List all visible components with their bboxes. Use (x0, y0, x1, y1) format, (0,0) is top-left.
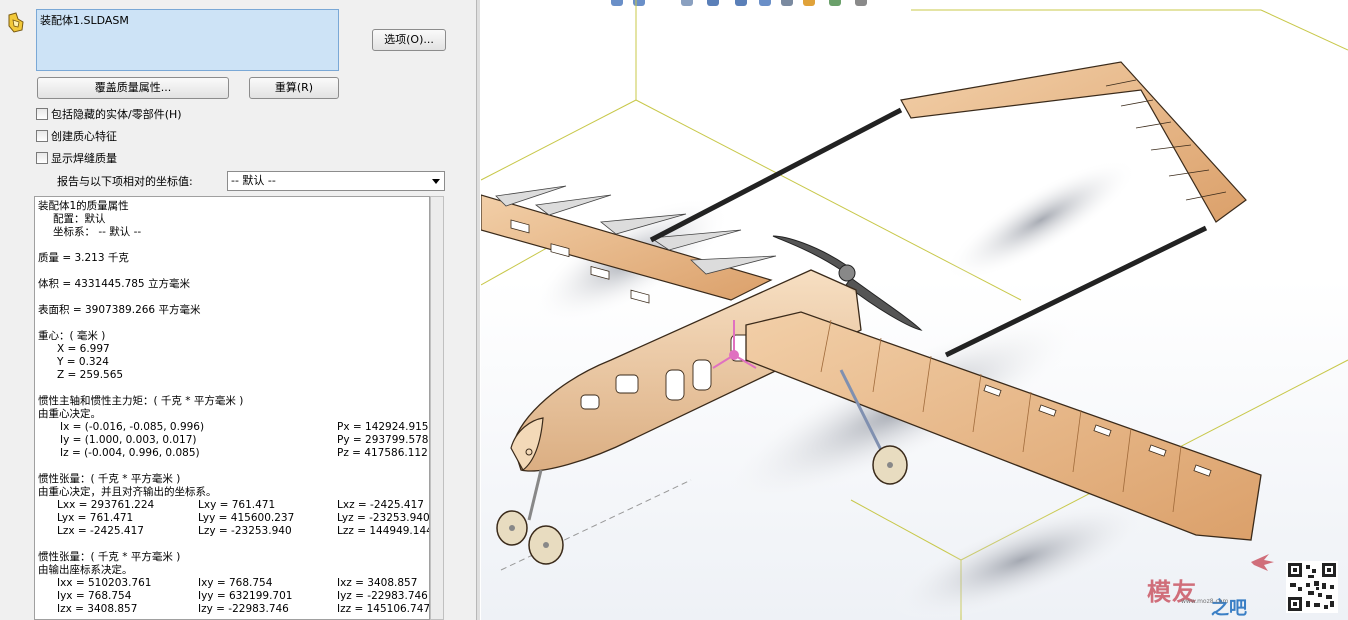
show-weld-mass-checkbox[interactable] (36, 152, 48, 164)
panel-splitter[interactable] (476, 0, 480, 620)
results-principal-title: 惯性主轴和惯性主力矩：( 千克 * 平方毫米 ) (38, 395, 244, 407)
results-tensor1-subtitle: 由重心决定，并且对齐输出的坐标系。 (38, 486, 217, 498)
qr-code-icon (1286, 561, 1338, 613)
coordinate-system-value: -- 默认 -- (231, 174, 276, 187)
results-lxx: Lxx = 293761.224 (57, 499, 155, 511)
create-center-of-mass-option[interactable]: 创建质心特征 (36, 128, 117, 144)
include-hidden-bodies-checkbox[interactable] (36, 108, 48, 120)
left-tail-boom (649, 107, 903, 243)
axis-line (500, 479, 692, 571)
results-py: Py = 293799.578 (337, 434, 429, 446)
chevron-down-icon[interactable] (432, 179, 440, 184)
results-com-z: Z = 259.565 (57, 369, 124, 381)
propeller-blade-upper (772, 235, 847, 271)
results-ixz: Ixz = 3408.857 (337, 577, 418, 589)
nose-gear-strut (527, 469, 543, 521)
results-lzx: Lzx = -2425.417 (57, 525, 144, 537)
results-tensor1-title: 惯性张量：( 千克 * 平方毫米 ) (38, 473, 181, 485)
results-pz: Pz = 417586.112 (337, 447, 428, 459)
results-com-y: Y = 0.324 (57, 356, 109, 368)
results-tensor2-subtitle: 由输出座标系决定。 (38, 564, 133, 576)
options-button[interactable]: 选项(O)... (372, 29, 446, 51)
results-iyz: Iyz = -22983.746 (337, 590, 428, 602)
watermark-plane-icon (1251, 554, 1274, 571)
results-lyz: Lyz = -23253.940 (337, 512, 430, 524)
selected-component-item[interactable]: 装配体1.SLDASM (40, 14, 129, 27)
results-lyx: Lyx = 761.471 (57, 512, 134, 524)
show-weld-mass-option[interactable]: 显示焊缝质量 (36, 150, 117, 166)
results-iy: Iy = (1.000, 0.003, 0.017) (60, 434, 197, 446)
results-lyy: Lyy = 415600.237 (198, 512, 295, 524)
include-hidden-bodies-label: 包括隐藏的实体/零部件(H) (51, 108, 182, 121)
results-lxy: Lxy = 761.471 (198, 499, 276, 511)
results-ixy: Ixy = 768.754 (198, 577, 273, 589)
results-iz: Iz = (-0.004, 0.996, 0.085) (60, 447, 200, 459)
results-coordinate-system: 坐标系： -- 默认 -- (53, 226, 142, 238)
create-center-of-mass-label: 创建质心特征 (51, 130, 117, 143)
results-title: 装配体1的质量属性 (38, 200, 129, 212)
mass-properties-results[interactable]: 装配体1的质量属性 配置：默认 坐标系： -- 默认 -- 质量 = 3.213… (34, 196, 430, 620)
create-center-of-mass-checkbox[interactable] (36, 130, 48, 142)
coordinate-system-dropdown[interactable]: -- 默认 -- (227, 171, 445, 191)
results-lzz: Lzz = 144949.144 (337, 525, 430, 537)
results-principal-subtitle: 由重心决定。 (38, 408, 101, 420)
propeller-hub (838, 264, 856, 282)
include-hidden-bodies-option[interactable]: 包括隐藏的实体/零部件(H) (36, 106, 182, 122)
results-com-title: 重心：( 毫米 ) (38, 330, 106, 342)
results-lzy: Lzy = -23253.940 (198, 525, 292, 537)
aircraft-model[interactable] (481, 0, 1348, 620)
results-ix: Ix = (-0.016, -0.085, 0.996) (60, 421, 205, 433)
results-izx: Izx = 3408.857 (57, 603, 138, 615)
override-mass-properties-button[interactable]: 覆盖质量属性... (37, 77, 229, 99)
boom-shadow (944, 159, 1138, 281)
recalculate-button[interactable]: 重算(R) (249, 77, 339, 99)
mass-properties-scale-icon (8, 12, 24, 33)
results-com-x: X = 6.997 (57, 343, 110, 355)
results-ixx: Ixx = 510203.761 (57, 577, 152, 589)
results-surface-area: 表面积 = 3907389.266 平方毫米 (38, 304, 201, 316)
results-iyx: Iyx = 768.754 (57, 590, 132, 602)
coordinate-system-label: 报告与以下项相对的坐标值: (57, 175, 193, 188)
results-iyy: Iyy = 632199.701 (198, 590, 293, 602)
results-px: Px = 142924.915 (337, 421, 429, 433)
mass-properties-panel: 装配体1.SLDASM 选项(O)... 覆盖质量属性... 重算(R) 包括隐… (0, 0, 480, 620)
results-scrollbar[interactable] (430, 196, 444, 620)
results-volume: 体积 = 4331445.785 立方毫米 (38, 278, 190, 290)
results-tensor2-title: 惯性张量：( 千克 * 平方毫米 ) (38, 551, 181, 563)
results-mass: 质量 = 3.213 千克 (38, 252, 129, 264)
results-izy: Izy = -22983.746 (198, 603, 289, 615)
show-weld-mass-label: 显示焊缝质量 (51, 152, 117, 165)
graphics-viewport[interactable]: 模友 之吧 www.moz8.com (481, 0, 1348, 620)
selected-components-list[interactable]: 装配体1.SLDASM (36, 9, 339, 71)
watermark-url: www.moz8.com (1181, 598, 1229, 605)
results-lxz: Lxz = -2425.417 (337, 499, 424, 511)
results-config: 配置：默认 (53, 213, 106, 225)
results-izz: Izz = 145106.747 (337, 603, 430, 615)
